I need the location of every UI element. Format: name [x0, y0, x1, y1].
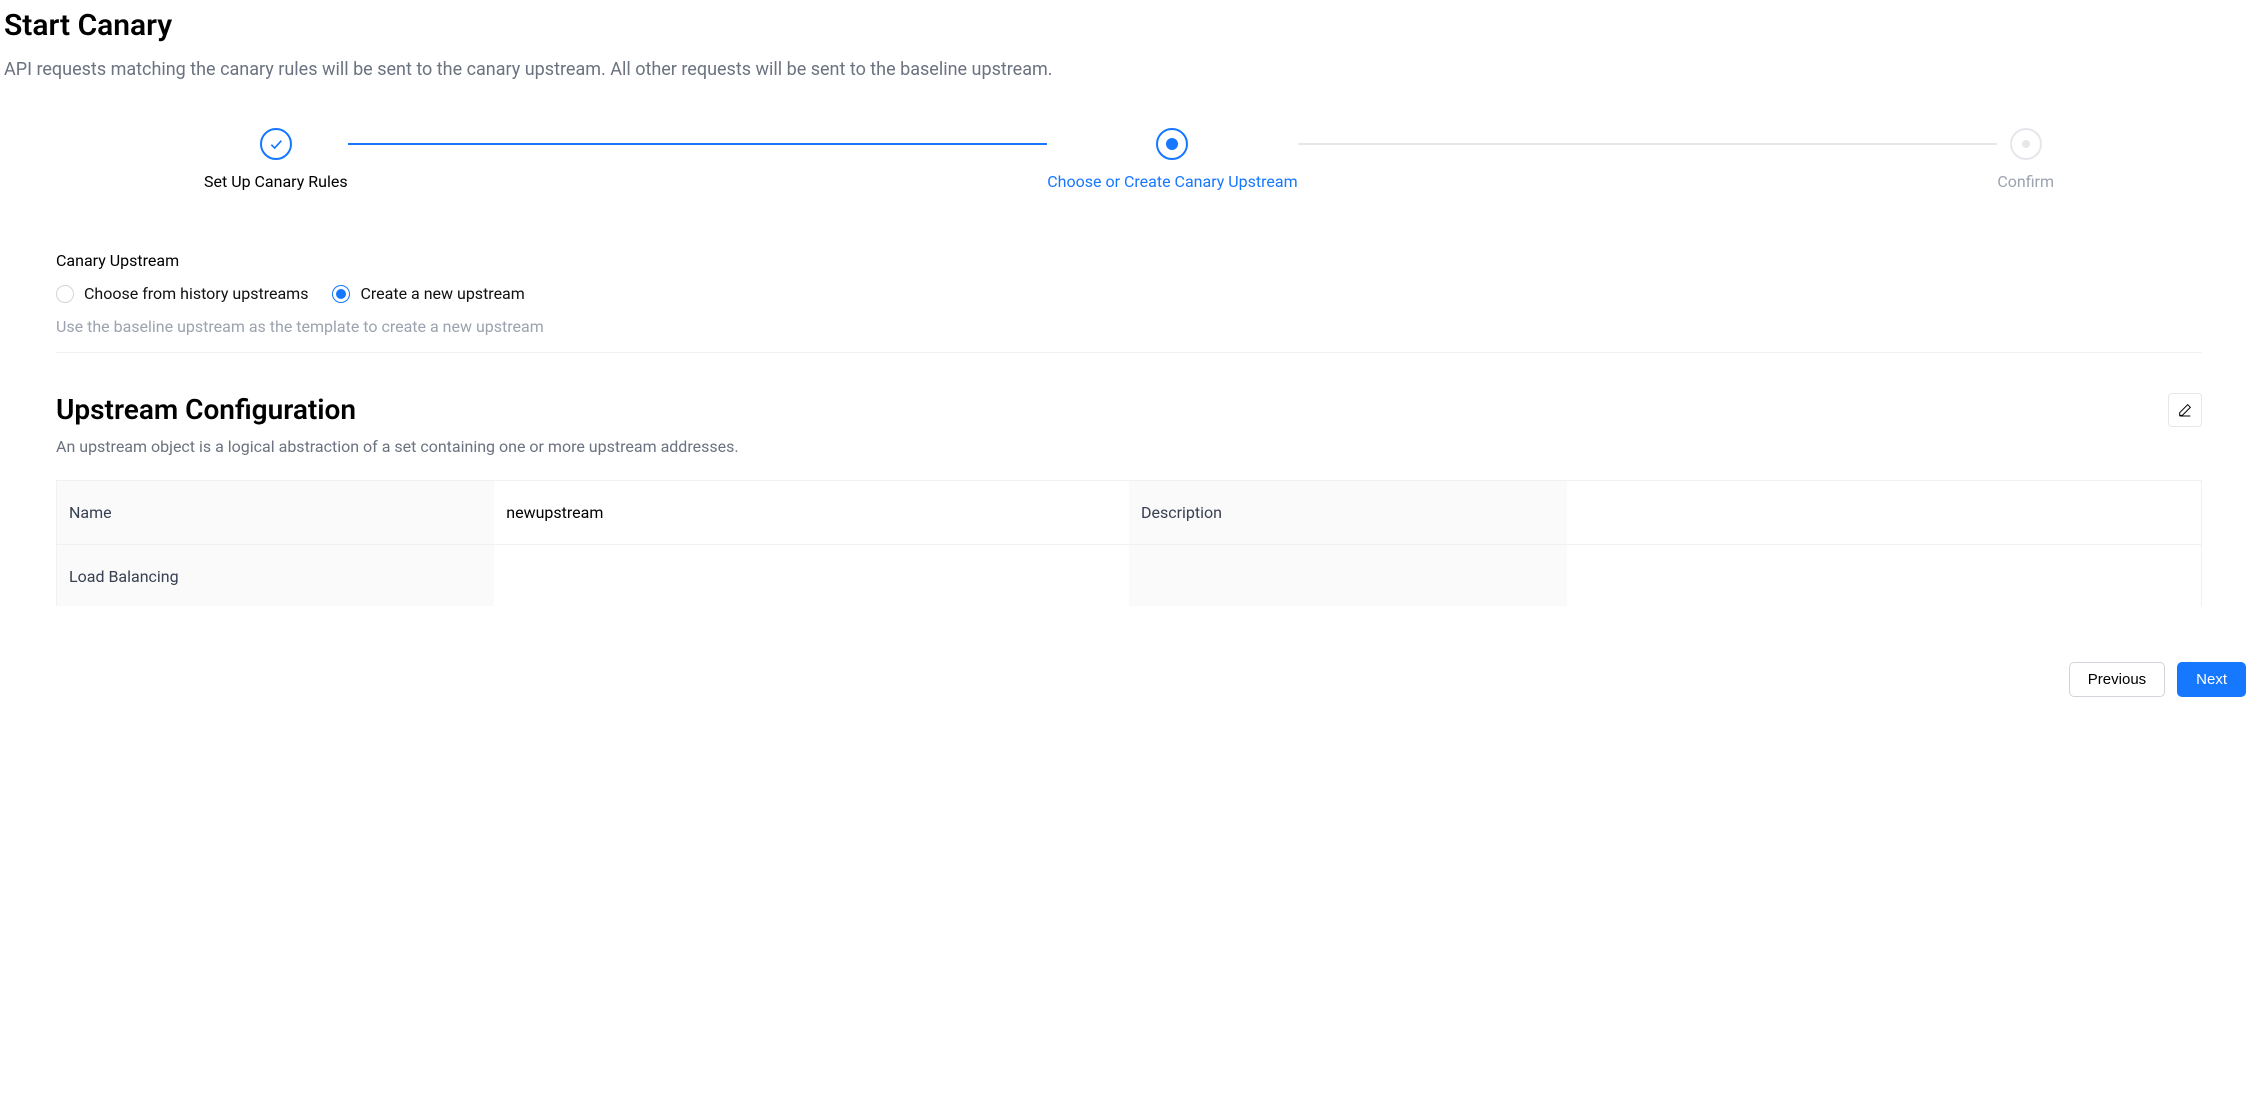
config-value-name: newupstream [494, 481, 1129, 545]
radio-choose-history[interactable]: Choose from history upstreams [56, 284, 308, 303]
radio-choose-history-label: Choose from history upstreams [84, 284, 308, 303]
upstream-config-title: Upstream Configuration [56, 393, 356, 426]
config-value-lb [494, 545, 1129, 607]
footer-actions: Previous Next [4, 642, 2254, 717]
step-3[interactable]: Confirm [1997, 128, 2054, 191]
pending-step-icon [2010, 128, 2042, 160]
next-button[interactable]: Next [2177, 662, 2246, 697]
upstream-config-table: Name newupstream Description Load Balanc… [56, 480, 2202, 606]
step-2-label: Choose or Create Canary Upstream [1047, 172, 1297, 191]
active-step-icon [1156, 128, 1188, 160]
edit-button[interactable] [2168, 393, 2202, 427]
page-title: Start Canary [4, 8, 2254, 43]
config-label-name: Name [57, 481, 495, 545]
upstream-config-description: An upstream object is a logical abstract… [56, 437, 2202, 456]
config-label-description: Description [1129, 481, 1567, 545]
canary-upstream-label: Canary Upstream [56, 251, 2202, 270]
config-value-row2col2 [1567, 545, 2202, 607]
radio-icon [332, 285, 350, 303]
config-label-row2col2 [1129, 545, 1567, 607]
page-subtitle: API requests matching the canary rules w… [4, 59, 2254, 80]
radio-create-new-label: Create a new upstream [360, 284, 524, 303]
stepper: Set Up Canary Rules Choose or Create Can… [4, 128, 2254, 191]
check-icon [260, 128, 292, 160]
step-2[interactable]: Choose or Create Canary Upstream [1047, 128, 1297, 191]
upstream-help-text: Use the baseline upstream as the templat… [56, 317, 2202, 336]
radio-icon [56, 285, 74, 303]
config-value-description [1567, 481, 2202, 545]
upstream-source-radio-group: Choose from history upstreams Create a n… [56, 284, 2202, 303]
table-row: Load Balancing [57, 545, 2202, 607]
previous-button[interactable]: Previous [2069, 662, 2165, 697]
edit-icon [2177, 402, 2193, 418]
divider [56, 352, 2202, 353]
step-1[interactable]: Set Up Canary Rules [204, 128, 348, 191]
step-3-label: Confirm [1997, 172, 2054, 191]
step-connector-2 [1298, 143, 1998, 145]
radio-create-new[interactable]: Create a new upstream [332, 284, 524, 303]
step-1-label: Set Up Canary Rules [204, 172, 348, 191]
config-label-lb: Load Balancing [57, 545, 495, 607]
step-connector-1 [348, 143, 1048, 145]
table-row: Name newupstream Description [57, 481, 2202, 545]
